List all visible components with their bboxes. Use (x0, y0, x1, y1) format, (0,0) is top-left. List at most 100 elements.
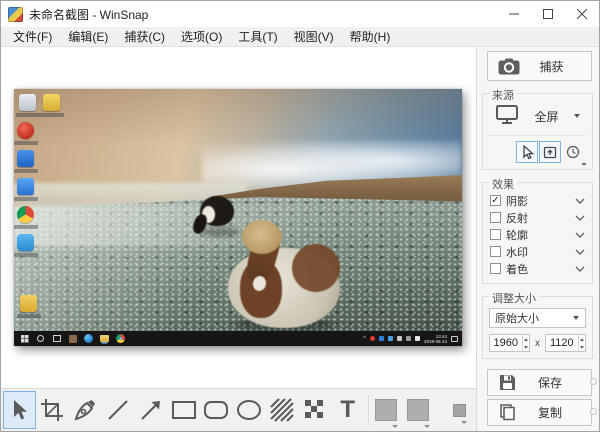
crop-tool[interactable] (36, 391, 69, 429)
checkbox-unchecked[interactable] (490, 246, 501, 257)
rounded-rectangle-tool[interactable] (200, 391, 233, 429)
arrow-tool[interactable] (134, 391, 167, 429)
height-spinner[interactable] (545, 334, 586, 352)
cursor-mode-toggle[interactable] (516, 141, 538, 163)
capture-button[interactable]: 捕获 (487, 51, 592, 81)
tray-gray-icon (397, 336, 402, 341)
effect-row-watermark[interactable]: 水印 (489, 243, 586, 260)
maximize-button[interactable] (531, 1, 565, 27)
copy-button[interactable]: 复制 (487, 399, 592, 426)
desktop-icon-blue-tool-app (17, 178, 34, 195)
window-title: 未命名截图 - WinSnap (29, 6, 148, 23)
checkbox-checked[interactable]: ✓ (490, 195, 501, 206)
menu-tools[interactable]: 工具(T) (230, 26, 285, 47)
effect-row-outline[interactable]: 轮廓 (489, 226, 586, 243)
tray-caret-icon: ^ (363, 336, 366, 342)
toolbar-separator (368, 395, 369, 425)
resize-mode-dropdown[interactable]: 原始大小 (489, 308, 586, 328)
camera-icon (498, 58, 520, 75)
spin-up-icon[interactable] (579, 335, 585, 343)
menu-file[interactable]: 文件(F) (5, 26, 60, 47)
ellipse-tool[interactable] (233, 391, 266, 429)
chevron-down-icon (424, 425, 430, 428)
capture-label: 捕获 (520, 58, 583, 75)
hatch-tool[interactable] (266, 391, 299, 429)
minimize-button[interactable] (497, 1, 531, 27)
screenshot-preview[interactable]: ^ 13:44 2019-06-24 (14, 89, 462, 346)
stroke-width-swatch[interactable] (439, 404, 466, 417)
stroke-color-swatch[interactable] (407, 399, 429, 421)
rectangle-tool[interactable] (167, 391, 200, 429)
desktop-icon-red-app (17, 122, 34, 139)
width-input[interactable] (490, 335, 522, 351)
editor-canvas[interactable]: ^ 13:44 2019-06-24 (1, 47, 476, 388)
desktop-icon-folder-app (20, 295, 37, 312)
chevron-down-icon[interactable] (575, 249, 585, 255)
effects-group: 效果 ✓ 阴影 反射 轮廓 水印 (482, 182, 593, 284)
menu-edit[interactable]: 编辑(E) (60, 26, 116, 47)
menu-bar: 文件(F) 编辑(E) 捕获(C) 选项(O) 工具(T) 视图(V) 帮助(H… (1, 27, 599, 47)
source-selected-value: 全屏 (519, 108, 574, 125)
desktop-icon-twitter (17, 234, 34, 251)
width-spinner[interactable] (489, 334, 530, 352)
window-mode-toggle[interactable] (539, 141, 561, 163)
mosaic-tool[interactable] (298, 391, 331, 429)
chevron-down-icon[interactable] (575, 232, 585, 238)
desktop-icon-label (14, 253, 38, 257)
source-group: 来源 全屏 (482, 93, 593, 170)
chevron-down-icon[interactable] (575, 215, 585, 221)
chevron-down-icon[interactable] (575, 198, 585, 204)
chevron-down-icon[interactable] (575, 266, 585, 272)
desktop-icon-label (40, 113, 64, 117)
select-tool[interactable] (3, 391, 36, 429)
drawing-toolbar: T (1, 388, 476, 431)
title-bar[interactable]: 未命名截图 - WinSnap (1, 1, 599, 27)
dimension-separator: x (535, 338, 540, 349)
menu-help[interactable]: 帮助(H) (342, 26, 399, 47)
desktop-icon-label (14, 197, 38, 201)
tray-blue-icon-2 (388, 336, 393, 341)
text-tool[interactable]: T (331, 391, 364, 429)
effect-row-shadow[interactable]: ✓ 阴影 (489, 192, 586, 209)
source-selector[interactable]: 全屏 (489, 103, 586, 129)
checkbox-unchecked[interactable] (490, 229, 501, 240)
menu-capture[interactable]: 捕获(C) (116, 26, 173, 47)
spin-down-icon[interactable] (579, 343, 585, 351)
sidebar: 捕获 来源 全屏 (476, 47, 599, 431)
start-icon (21, 335, 29, 343)
tray-blue-icon (379, 336, 384, 341)
effect-row-tint[interactable]: 着色 (489, 260, 586, 277)
checkbox-unchecked[interactable] (490, 263, 501, 274)
menu-options[interactable]: 选项(O) (173, 26, 230, 47)
desktop-icon-chrome (17, 206, 34, 223)
save-button[interactable]: 保存 (487, 369, 592, 396)
resize-group-label: 调整大小 (489, 290, 539, 306)
chevron-down-icon (573, 316, 579, 320)
checkbox-unchecked[interactable] (490, 212, 501, 223)
chrome-icon (116, 334, 125, 343)
spin-up-icon[interactable] (523, 335, 529, 343)
menu-view[interactable]: 视图(V) (286, 26, 342, 47)
pen-tool[interactable] (69, 391, 102, 429)
desktop-wallpaper: ^ 13:44 2019-06-24 (14, 89, 462, 346)
desktop-icon-label (17, 314, 41, 318)
chevron-down-icon (461, 421, 467, 424)
close-button[interactable] (565, 1, 599, 27)
chevron-down-icon (574, 114, 580, 118)
line-tool[interactable] (101, 391, 134, 429)
tray-red-icon (370, 336, 375, 341)
source-mode-toggles (489, 135, 586, 163)
chevron-down-icon (392, 425, 398, 428)
desktop-icon-label (16, 113, 40, 117)
spin-down-icon[interactable] (523, 343, 529, 351)
resize-dimensions: x (489, 334, 586, 352)
search-circle-icon (37, 335, 44, 342)
timer-mode-toggle[interactable] (562, 141, 584, 163)
effect-row-reflection[interactable]: 反射 (489, 209, 586, 226)
brown-white-pony (220, 220, 346, 334)
height-input[interactable] (546, 335, 578, 351)
fill-color-swatch[interactable] (375, 399, 397, 421)
tray-ime-icon (415, 336, 420, 341)
effects-group-label: 效果 (489, 176, 517, 192)
save-icon (498, 373, 517, 392)
